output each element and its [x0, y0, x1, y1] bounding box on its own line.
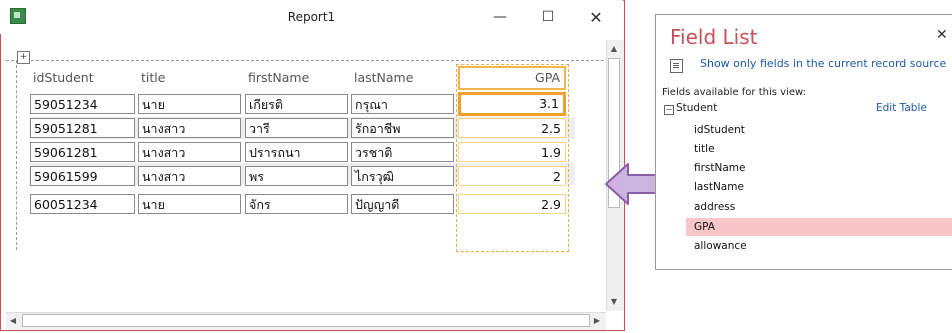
window-title: Report1	[287, 10, 336, 24]
scroll-down-arrow-icon[interactable]: ▼	[607, 295, 621, 309]
table-cell[interactable]: นาย	[138, 94, 241, 114]
table-cell[interactable]: วรชาติ	[351, 142, 454, 162]
field-list-title: Field List	[670, 25, 758, 49]
table-cell[interactable]: 59051234	[30, 94, 135, 114]
edit-table-link[interactable]: Edit Table	[876, 102, 927, 114]
table-cell[interactable]: 59061281	[30, 142, 135, 162]
table-cell-gpa[interactable]: 2.9	[458, 194, 566, 214]
field-list-close-icon[interactable]: ✕	[936, 27, 948, 43]
field-item[interactable]: firstName	[694, 159, 746, 177]
table-cell[interactable]: 60051234	[30, 194, 135, 214]
table-cell[interactable]: ปัญญาดี	[351, 194, 454, 214]
column-header[interactable]: firstName	[245, 68, 348, 88]
field-item[interactable]: allowance	[694, 237, 747, 255]
show-only-current-fields-link[interactable]: Show only fields in the current record s…	[700, 57, 946, 70]
column-header[interactable]: idStudent	[30, 68, 135, 88]
table-cell[interactable]: กรุณา	[351, 94, 454, 114]
scroll-right-arrow-icon[interactable]: ▶	[590, 314, 604, 328]
field-item[interactable]: idStudent	[694, 121, 745, 139]
highlighted-field-background	[686, 218, 952, 236]
table-cell[interactable]: วารี	[245, 118, 348, 138]
close-button[interactable]: ✕	[581, 6, 611, 28]
table-cell[interactable]: ไกรวุฒิ	[351, 166, 454, 186]
layout-move-handle-icon[interactable]: +	[17, 51, 30, 64]
field-item[interactable]: title	[694, 140, 715, 158]
field-item-gpa[interactable]: GPA	[694, 218, 715, 236]
table-cell[interactable]: 59051281	[30, 118, 135, 138]
table-cell-gpa[interactable]: 2.5	[458, 118, 566, 138]
section-guide-line-left	[16, 60, 17, 250]
field-item[interactable]: lastName	[694, 178, 744, 196]
maximize-button[interactable]: ☐	[533, 6, 563, 28]
table-cell[interactable]: ปรารถนา	[245, 142, 348, 162]
horizontal-scroll-thumb[interactable]	[22, 314, 590, 327]
scroll-left-arrow-icon[interactable]: ◀	[6, 314, 20, 328]
table-cell[interactable]: นาย	[138, 194, 241, 214]
fields-available-label: Fields available for this view:	[662, 87, 806, 98]
table-cell[interactable]: รักอาชีพ	[351, 118, 454, 138]
field-item[interactable]: address	[694, 198, 735, 216]
table-cell[interactable]: นางสาว	[138, 118, 241, 138]
table-cell[interactable]: จักร	[245, 194, 348, 214]
column-header[interactable]: title	[138, 68, 241, 88]
scroll-up-arrow-icon[interactable]: ▲	[607, 42, 621, 56]
section-guide-line	[6, 60, 604, 61]
table-cell-gpa[interactable]: 2	[458, 166, 566, 186]
table-cell[interactable]: นางสาว	[138, 166, 241, 186]
table-cell[interactable]: 59061599	[30, 166, 135, 186]
collapse-table-icon[interactable]: −	[664, 105, 674, 115]
table-name[interactable]: Student	[676, 102, 717, 114]
table-cell-gpa[interactable]: 1.9	[458, 142, 566, 162]
record-source-icon	[670, 59, 683, 73]
table-cell[interactable]: พร	[245, 166, 348, 186]
minimize-button[interactable]: —	[485, 6, 515, 28]
column-header-gpa[interactable]: GPA	[458, 66, 566, 90]
table-cell-gpa[interactable]: 3.1	[458, 92, 566, 116]
field-list-pane: Field List ✕ Show only fields in the cur…	[655, 14, 952, 270]
table-cell[interactable]: นางสาว	[138, 142, 241, 162]
column-header[interactable]: lastName	[351, 68, 454, 88]
table-cell[interactable]: เกียรติ	[245, 94, 348, 114]
